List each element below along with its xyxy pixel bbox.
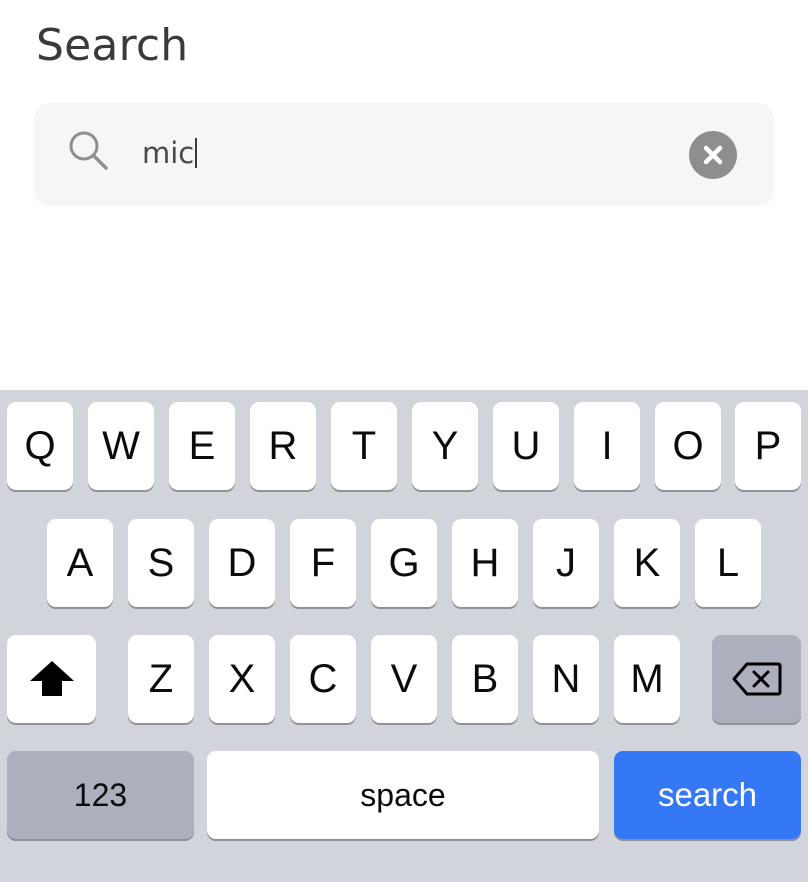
search-screen: Search mic Q W E R T Y U I O P A S D F G… (0, 0, 808, 882)
numbers-key[interactable]: 123 (7, 751, 194, 839)
key-l[interactable]: L (695, 519, 761, 607)
space-key[interactable]: space (207, 751, 599, 839)
key-q[interactable]: Q (7, 402, 73, 490)
clear-search-button[interactable] (689, 131, 737, 179)
key-c[interactable]: C (290, 635, 356, 723)
key-t[interactable]: T (331, 402, 397, 490)
key-d[interactable]: D (209, 519, 275, 607)
key-k[interactable]: K (614, 519, 680, 607)
search-input[interactable]: mic (142, 133, 662, 173)
key-o[interactable]: O (655, 402, 721, 490)
search-icon (69, 131, 108, 170)
key-f[interactable]: F (290, 519, 356, 607)
key-b[interactable]: B (452, 635, 518, 723)
key-v[interactable]: V (371, 635, 437, 723)
key-e[interactable]: E (169, 402, 235, 490)
key-r[interactable]: R (250, 402, 316, 490)
key-a[interactable]: A (47, 519, 113, 607)
search-key[interactable]: search (614, 751, 801, 839)
key-x[interactable]: X (209, 635, 275, 723)
key-n[interactable]: N (533, 635, 599, 723)
search-query-text: mic (142, 136, 195, 170)
shift-arrow-icon (29, 661, 74, 696)
key-z[interactable]: Z (128, 635, 194, 723)
key-m[interactable]: M (614, 635, 680, 723)
key-p[interactable]: P (735, 402, 801, 490)
key-y[interactable]: Y (412, 402, 478, 490)
key-u[interactable]: U (493, 402, 559, 490)
key-s[interactable]: S (128, 519, 194, 607)
key-g[interactable]: G (371, 519, 437, 607)
clear-icon (703, 145, 723, 165)
backspace-key[interactable] (712, 635, 801, 723)
text-caret (195, 138, 198, 168)
key-j[interactable]: J (533, 519, 599, 607)
key-w[interactable]: W (88, 402, 154, 490)
backspace-icon (732, 662, 781, 696)
shift-key[interactable] (7, 635, 96, 723)
page-title: Search (36, 20, 189, 71)
key-h[interactable]: H (452, 519, 518, 607)
key-i[interactable]: I (574, 402, 640, 490)
keyboard: Q W E R T Y U I O P A S D F G H J K L Z … (0, 390, 808, 882)
